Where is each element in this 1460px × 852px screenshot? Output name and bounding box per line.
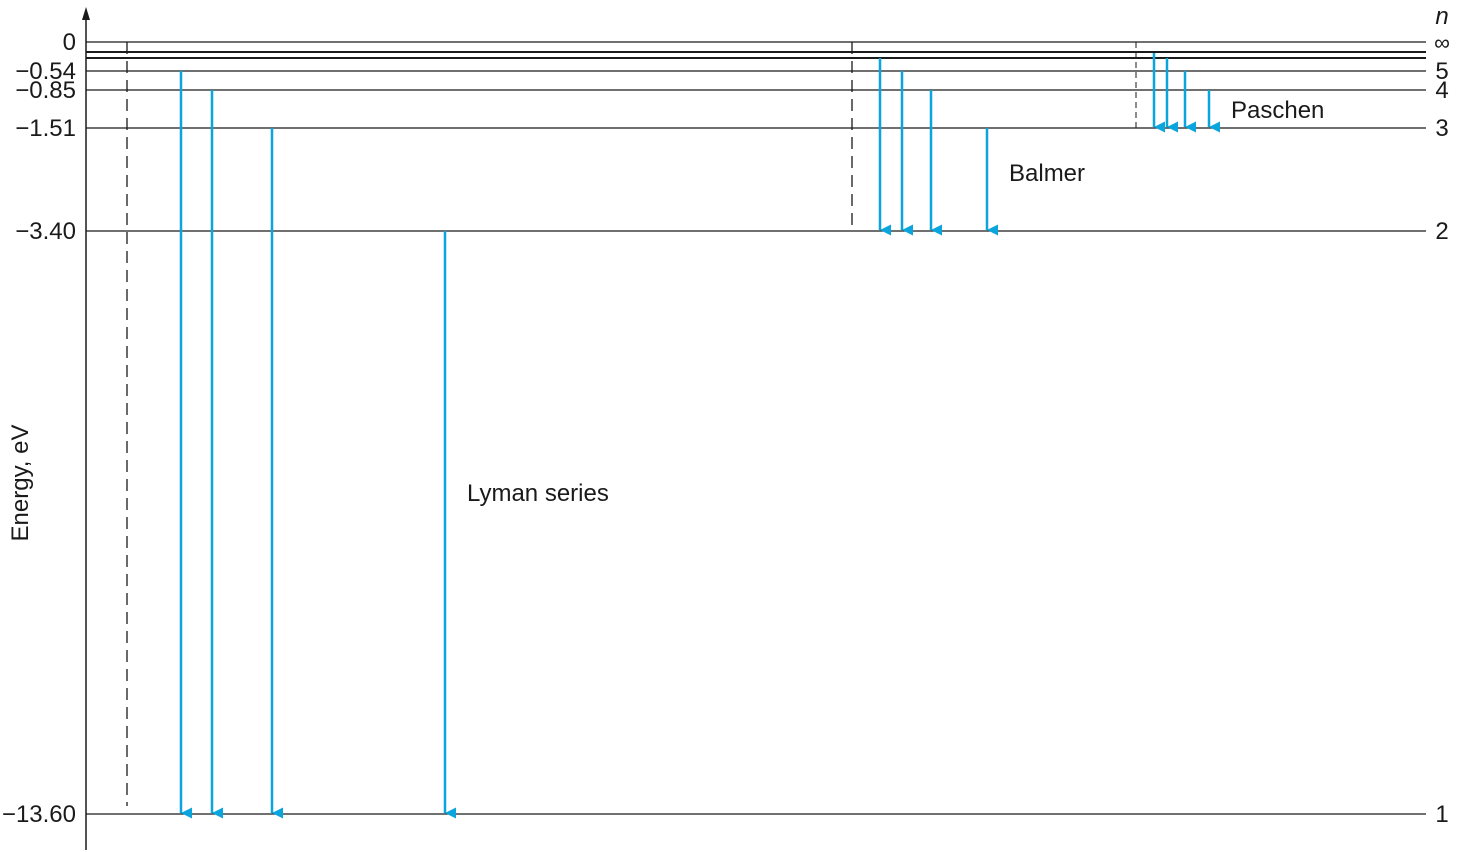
quantum-number-label: 1 [1435,801,1448,828]
n-column-header: n [1435,3,1448,30]
energy-tick-label: −13.60 [2,801,76,828]
energy-tick-label: −0.85 [15,77,76,104]
energy-level-diagram: Energy, eV n 0 ∞ −0.54 5 −0.85 4 −1.51 3 −3.40 2−… [0,0,1460,852]
series-label: Paschen [1231,97,1324,124]
energy-tick-label: 0 [63,29,76,56]
series-label: Lyman series [467,480,609,507]
energy-tick-label: −3.40 [15,218,76,245]
energy-level-svg: Energy, eV n 0 ∞−0.54 5−0.85 4−1.51 3−3.40 2−… [2,3,1450,850]
transition-series: Lyman series Balmer Paschen [126,42,1324,819]
energy-tick-label: −1.51 [15,115,76,142]
energy-levels: 0 ∞ −0.54 5−0.85 4 −1.51 3 −3.40 2 −13.60 1 [2,29,1450,828]
series-lyman: Lyman series [126,42,609,819]
quantum-number-label: 4 [1435,77,1448,104]
energy-axis-title: Energy, eV [7,425,34,542]
quantum-number-label: 2 [1435,218,1448,245]
series-paschen: Paschen [1135,42,1324,133]
energy-level-n-5: −0.54 5 [15,58,1448,85]
quantum-number-label: ∞ [1434,30,1450,55]
energy-level-n-1: −13.60 1 [2,801,1449,828]
energy-axis-arrowhead [82,7,90,20]
quantum-number-label: 3 [1435,115,1448,142]
series-label: Balmer [1009,160,1085,187]
energy-level-n-2: −3.40 2 [15,218,1448,245]
